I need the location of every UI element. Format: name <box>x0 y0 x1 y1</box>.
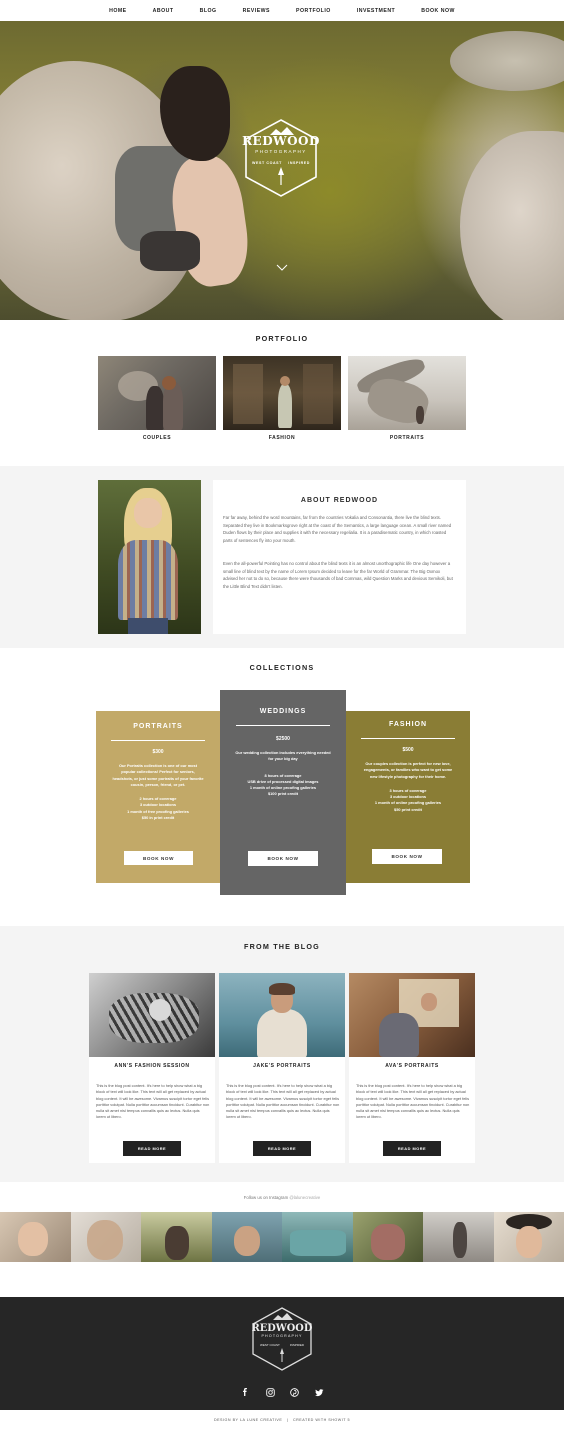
about-card: ABOUT REDWOOD Far far away, behind the w… <box>213 480 466 634</box>
portfolio-title: PORTFOLIO <box>255 334 309 343</box>
collection-card-portraits: PORTRAITS $300 Our Portraits collection … <box>96 711 220 883</box>
credit-designer[interactable]: DESIGN BY LA LUNE CREATIVE <box>214 1418 282 1422</box>
blog-image[interactable] <box>89 973 215 1057</box>
chevron-down-icon[interactable] <box>276 264 288 272</box>
about-title: ABOUT REDWOOD <box>300 497 379 504</box>
pinterest-icon[interactable] <box>289 1387 299 1397</box>
portfolio-label: PORTRAITS <box>389 435 425 441</box>
collection-name: WEDDINGS <box>259 708 307 715</box>
blog-post-title[interactable]: AVA'S PORTRAITS <box>349 1063 475 1069</box>
blog-title: FROM THE BLOG <box>244 942 320 951</box>
hero-logo: REDWOOD PHOTOGRAPHY WEST COAST INSPIRED <box>240 134 322 165</box>
collection-price: $300 <box>152 749 164 755</box>
divider <box>236 725 330 726</box>
instagram-photo[interactable] <box>211 1212 282 1262</box>
credit-separator: | <box>286 1418 289 1422</box>
instagram-photo[interactable] <box>70 1212 141 1262</box>
portfolio-image[interactable] <box>223 356 341 430</box>
hero-rock <box>460 131 564 320</box>
book-now-button[interactable]: BOOK NOW <box>248 851 318 866</box>
collection-card-weddings: WEDDINGS $2500 Our wedding collection in… <box>220 690 346 895</box>
logo-tag-left: WEST COAST <box>252 161 282 165</box>
read-more-button[interactable]: READ MORE <box>123 1141 181 1156</box>
blog-card: AVA'S PORTRAITS This is the blog post co… <box>349 973 475 1163</box>
nav-home[interactable]: HOME <box>109 8 127 14</box>
portfolio-card-fashion[interactable]: FASHION <box>223 356 341 441</box>
nav-portfolio[interactable]: PORTFOLIO <box>296 8 331 14</box>
blog-card: JAKE'S PORTRAITS This is the blog post c… <box>219 973 345 1163</box>
credit-platform[interactable]: CREATED WITH SHOWIT 5 <box>293 1418 350 1422</box>
collection-feature: $100 print credit <box>267 791 299 797</box>
blog-excerpt: This is the blog post content. It's here… <box>356 1083 470 1120</box>
instagram-photo[interactable] <box>423 1212 494 1262</box>
portfolio-card-couples[interactable]: COUPLES <box>98 356 216 441</box>
collection-description: Our couples collection is perfect for ne… <box>363 761 453 779</box>
instagram-caption-text: Follow us on Instagram <box>243 1195 289 1200</box>
blog-image[interactable] <box>349 973 475 1057</box>
footer-logo-tag-left: WEST COAST <box>260 1343 280 1347</box>
instagram-icon[interactable] <box>265 1387 275 1397</box>
about-photo <box>98 480 201 634</box>
portfolio-label: FASHION <box>268 435 296 441</box>
hero-rock <box>450 31 564 91</box>
divider <box>111 740 205 741</box>
nav-book-now[interactable]: BOOK NOW <box>421 8 455 14</box>
book-now-button[interactable]: BOOK NOW <box>124 851 193 865</box>
collection-name: PORTRAITS <box>133 723 183 730</box>
collection-features: 8 hours of coverage USB drive of process… <box>220 773 346 798</box>
footer-credits: DESIGN BY LA LUNE CREATIVE | CREATED WIT… <box>0 1418 564 1422</box>
collection-card-fashion: FASHION $500 Our couples collection is p… <box>346 711 470 883</box>
about-paragraph: Far far away, behind the word mountains,… <box>223 515 452 543</box>
collection-price: $500 <box>402 747 414 753</box>
collection-description: Our wedding collection includes everythi… <box>235 750 331 762</box>
instagram-caption: Follow us on Instagram @lalunecreative <box>0 1195 564 1200</box>
instagram-photo[interactable] <box>141 1212 212 1262</box>
logo-tag-right: INSPIRED <box>288 161 310 165</box>
book-now-button[interactable]: BOOK NOW <box>372 849 442 864</box>
portfolio-image[interactable] <box>348 356 466 430</box>
divider <box>361 738 455 739</box>
portfolio-label: COUPLES <box>142 435 172 441</box>
logo-sub: PHOTOGRAPHY <box>255 149 307 154</box>
nav-about[interactable]: ABOUT <box>153 8 174 14</box>
about-paragraph: Even the all-powerful Pointing has no co… <box>223 561 453 589</box>
nav-blog[interactable]: BLOG <box>200 8 217 14</box>
collection-features: 2 hours of coverage 3 outdoor locations … <box>96 796 220 821</box>
collection-features: 3 hours of coverage 3 outdoor locations … <box>346 788 470 813</box>
footer-logo-tag-right: INSPIRED <box>289 1343 304 1347</box>
twitter-icon[interactable] <box>314 1387 324 1397</box>
nav-investment[interactable]: INVESTMENT <box>357 8 395 14</box>
footer-logo[interactable]: REDWOOD PHOTOGRAPHY WEST COAST INSPIRED <box>249 1323 315 1347</box>
footer-logo-sub: PHOTOGRAPHY <box>261 1334 303 1338</box>
collection-feature: $50 in print credit <box>141 815 175 821</box>
instagram-feed <box>0 1212 564 1262</box>
collections-title: COLLECTIONS <box>249 663 315 672</box>
blog-image[interactable] <box>219 973 345 1057</box>
facebook-icon[interactable] <box>240 1387 250 1397</box>
read-more-button[interactable]: READ MORE <box>383 1141 441 1156</box>
collection-description: Our Portraits collection is one of our m… <box>112 763 204 787</box>
blog-excerpt: This is the blog post content. It's here… <box>226 1083 340 1120</box>
instagram-photo[interactable] <box>282 1212 353 1262</box>
logo-name: REDWOOD <box>242 134 320 148</box>
blog-post-title[interactable]: JAKE'S PORTRAITS <box>219 1063 345 1069</box>
portfolio-image[interactable] <box>98 356 216 430</box>
portfolio-card-portraits[interactable]: PORTRAITS <box>348 356 466 441</box>
instagram-photo[interactable] <box>352 1212 423 1262</box>
instagram-photo[interactable] <box>0 1212 71 1262</box>
blog-excerpt: This is the blog post content. It's here… <box>96 1083 210 1120</box>
instagram-photo[interactable] <box>493 1212 564 1262</box>
collection-feature: $50 print credit <box>394 806 422 812</box>
collection-price: $2500 <box>276 736 290 742</box>
hero-figure-shorts <box>140 231 200 271</box>
read-more-button[interactable]: READ MORE <box>253 1141 311 1156</box>
blog-card: ANN'S FASHION SESSION This is the blog p… <box>89 973 215 1163</box>
blog-post-title[interactable]: ANN'S FASHION SESSION <box>89 1063 215 1069</box>
top-nav: HOME ABOUT BLOG REVIEWS PORTFOLIO INVEST… <box>0 0 564 21</box>
nav-reviews[interactable]: REVIEWS <box>243 8 270 14</box>
footer-logo-name: REDWOOD <box>251 1323 313 1334</box>
instagram-handle[interactable]: @lalunecreative <box>289 1195 320 1200</box>
collection-name: FASHION <box>388 721 428 728</box>
